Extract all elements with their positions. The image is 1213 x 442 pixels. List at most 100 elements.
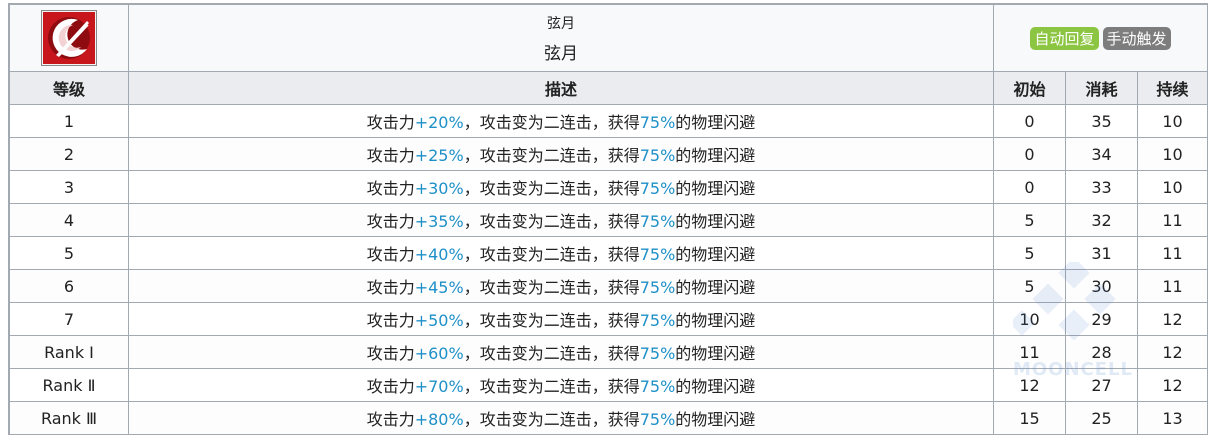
level-cell: 5 — [9, 236, 129, 270]
attack-bonus-value: +40% — [414, 245, 464, 264]
duration-cell: 13 — [1137, 401, 1208, 435]
initial-cell: 0 — [993, 137, 1066, 171]
column-header-duration: 持续 — [1137, 71, 1208, 105]
level-label: 5 — [63, 243, 75, 263]
level-cell: 1 — [9, 104, 129, 138]
dodge-value: 75% — [639, 146, 676, 165]
description-prefix: 攻击力 — [366, 410, 415, 429]
description-middle: ，攻击变为二连击，获得 — [463, 311, 640, 330]
description-suffix: 的物理闪避 — [675, 113, 756, 132]
description-prefix: 攻击力 — [366, 245, 415, 264]
level-label: 2 — [63, 144, 75, 164]
description-middle: ，攻击变为二连击，获得 — [463, 113, 640, 132]
dodge-value: 75% — [639, 212, 676, 231]
initial-value: 5 — [1024, 276, 1035, 296]
initial-cell: 5 — [993, 236, 1066, 270]
table-row: 3 攻击力+30%，攻击变为二连击，获得75%的物理闪避 0 33 10 — [9, 170, 1208, 204]
cost-value: 30 — [1091, 276, 1112, 296]
cost-value: 29 — [1091, 309, 1112, 329]
description-suffix: 的物理闪避 — [675, 179, 756, 198]
skill-icon-cell — [9, 4, 129, 72]
description-suffix: 的物理闪避 — [675, 377, 756, 396]
duration-cell: 12 — [1137, 335, 1208, 369]
level-cell: 4 — [9, 203, 129, 237]
skill-type-cell: 自动回复 手动触发 — [993, 4, 1208, 72]
cost-value: 34 — [1091, 144, 1112, 164]
level-cell: Rank Ⅱ — [9, 368, 129, 402]
description-prefix: 攻击力 — [366, 113, 415, 132]
column-header-level: 等级 — [9, 71, 129, 105]
description-cell: 攻击力+20%，攻击变为二连击，获得75%的物理闪避 — [128, 104, 994, 138]
initial-value: 5 — [1024, 243, 1035, 263]
attack-bonus-value: +45% — [414, 278, 464, 297]
cost-value: 31 — [1091, 243, 1112, 263]
level-cell: 2 — [9, 137, 129, 171]
initial-value: 0 — [1024, 144, 1035, 164]
table-row: 7 攻击力+50%，攻击变为二连击，获得75%的物理闪避 10 29 12 — [9, 302, 1208, 336]
duration-value: 10 — [1162, 177, 1183, 197]
cost-cell: 34 — [1065, 137, 1138, 171]
cost-cell: 25 — [1065, 401, 1138, 435]
description-suffix: 的物理闪避 — [675, 311, 756, 330]
description-cell: 攻击力+80%，攻击变为二连击，获得75%的物理闪避 — [128, 401, 994, 435]
duration-value: 12 — [1162, 375, 1183, 395]
description-middle: ，攻击变为二连击，获得 — [463, 212, 640, 231]
skill-table: 弦月 弦月 自动回复 手动触发 — [9, 4, 1208, 72]
dodge-value: 75% — [639, 311, 676, 330]
initial-value: 5 — [1024, 210, 1035, 230]
description-prefix: 攻击力 — [366, 377, 415, 396]
initial-value: 10 — [1019, 309, 1040, 329]
level-label: 6 — [63, 276, 75, 296]
table-row: 1 攻击力+20%，攻击变为二连击，获得75%的物理闪避 0 35 10 — [9, 104, 1208, 138]
level-label: Rank Ⅰ — [44, 342, 94, 362]
cost-cell: 29 — [1065, 302, 1138, 336]
duration-cell: 11 — [1137, 269, 1208, 303]
level-label: 7 — [63, 309, 75, 329]
description-prefix: 攻击力 — [366, 344, 415, 363]
duration-cell: 11 — [1137, 236, 1208, 270]
description-cell: 攻击力+40%，攻击变为二连击，获得75%的物理闪避 — [128, 236, 994, 270]
column-header-row: 等级 描述 初始 消耗 持续 — [9, 71, 1208, 105]
initial-value: 0 — [1024, 177, 1035, 197]
duration-cell: 11 — [1137, 203, 1208, 237]
skill-level-table: 等级 描述 初始 消耗 持续 1 攻击力+20%，攻击变为二连击，获得75%的物理… — [9, 71, 1208, 435]
duration-cell: 10 — [1137, 170, 1208, 204]
manual-trigger-badge: 手动触发 — [1102, 26, 1171, 50]
table-row: 5 攻击力+40%，攻击变为二连击，获得75%的物理闪避 5 31 11 — [9, 236, 1208, 270]
description-cell: 攻击力+60%，攻击变为二连击，获得75%的物理闪避 — [128, 335, 994, 369]
initial-cell: 5 — [993, 269, 1066, 303]
duration-value: 11 — [1162, 210, 1183, 230]
description-prefix: 攻击力 — [366, 179, 415, 198]
dodge-value: 75% — [639, 245, 676, 264]
duration-cell: 10 — [1137, 104, 1208, 138]
description-middle: ，攻击变为二连击，获得 — [463, 146, 640, 165]
level-label: 3 — [63, 177, 75, 197]
level-cell: 3 — [9, 170, 129, 204]
level-label: Rank Ⅲ — [40, 408, 98, 428]
initial-cell: 0 — [993, 104, 1066, 138]
level-cell: 7 — [9, 302, 129, 336]
initial-cell: 15 — [993, 401, 1066, 435]
description-cell: 攻击力+50%，攻击变为二连击，获得75%的物理闪避 — [128, 302, 994, 336]
description-middle: ，攻击变为二连击，获得 — [463, 278, 640, 297]
cost-cell: 35 — [1065, 104, 1138, 138]
dodge-value: 75% — [639, 410, 676, 429]
skill-header-row: 弦月 弦月 自动回复 手动触发 — [9, 4, 1208, 72]
cost-value: 32 — [1091, 210, 1112, 230]
attack-bonus-value: +80% — [414, 410, 464, 429]
level-label: 1 — [63, 111, 75, 131]
description-suffix: 的物理闪避 — [675, 146, 756, 165]
level-cell: 6 — [9, 269, 129, 303]
duration-value: 12 — [1162, 309, 1183, 329]
column-header-initial: 初始 — [993, 71, 1066, 105]
cost-value: 33 — [1091, 177, 1112, 197]
description-middle: ，攻击变为二连击，获得 — [463, 377, 640, 396]
description-prefix: 攻击力 — [366, 146, 415, 165]
level-label: Rank Ⅱ — [42, 375, 96, 395]
initial-cell: 10 — [993, 302, 1066, 336]
watermark-text: MOONCELL — [1012, 359, 1133, 380]
attack-bonus-value: +30% — [414, 179, 464, 198]
dodge-value: 75% — [639, 377, 676, 396]
duration-value: 13 — [1162, 408, 1183, 428]
skill-name-top: 弦月 — [547, 15, 575, 32]
